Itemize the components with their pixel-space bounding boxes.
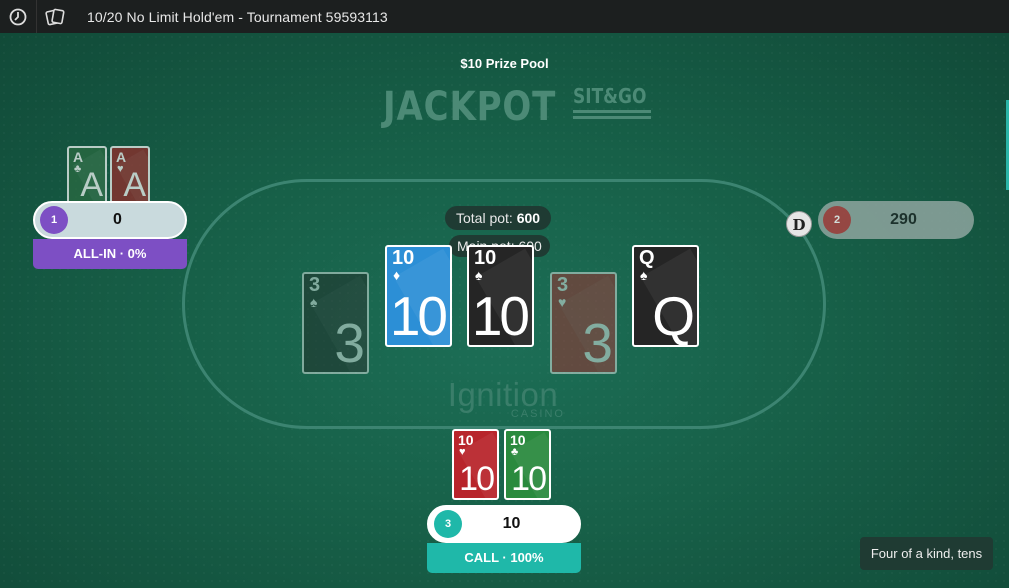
card-rank-large: 10 xyxy=(389,285,448,347)
card-suit: ♦ xyxy=(393,267,401,283)
card-suit: ♥ xyxy=(558,294,567,310)
player-1-action: ALL-IN · 0% xyxy=(33,239,187,269)
total-pot-value: 600 xyxy=(516,210,541,226)
card-suit: ♠ xyxy=(310,294,318,310)
prize-pool-label: $10 Prize Pool xyxy=(460,56,549,71)
player-2-seat-number: 2 xyxy=(823,206,851,234)
card-rank-large: A xyxy=(80,166,103,204)
card-rank: A xyxy=(73,149,84,165)
card-rank: 3 xyxy=(557,274,569,296)
card-suit: ♣ xyxy=(511,446,519,458)
casino-brand-logo: Ignition CASINO xyxy=(441,376,565,421)
jackpot-logo: JACKPOT SIT&GO xyxy=(383,85,659,129)
card-suit: ♥ xyxy=(117,163,124,175)
total-pot-pill: Total pot: 600 xyxy=(445,206,552,230)
player-3-seat-number: 3 xyxy=(434,510,462,538)
player-1-hole-card-2: A ♥ A xyxy=(110,146,150,206)
board-card-5: Q ♠ Q xyxy=(632,245,699,347)
jackpot-logo-text: JACKPOT xyxy=(383,84,557,130)
logo-lines xyxy=(572,107,651,119)
card-rank-large: 3 xyxy=(582,312,613,374)
player-3-seat[interactable]: 3 10 xyxy=(427,505,581,543)
player-1-hole-card-1: A ♣ A xyxy=(67,146,107,206)
player-1-stack: 0 xyxy=(113,211,122,228)
card-rank-large: 3 xyxy=(334,312,365,374)
card-rank: 10 xyxy=(458,432,474,448)
player-2-stack: 290 xyxy=(890,211,917,228)
total-pot-label: Total pot: xyxy=(456,210,513,226)
player-3-hole-card-2: 10 ♣ 10 xyxy=(504,429,551,500)
player-1-seat-number: 1 xyxy=(40,206,68,234)
card-rank-large: 10 xyxy=(471,285,530,347)
board-card-2: 10 ♦ 10 xyxy=(385,245,452,347)
card-rank: 10 xyxy=(474,247,497,269)
player-1-seat[interactable]: 1 0 xyxy=(33,201,187,239)
player-2-seat[interactable]: 2 290 xyxy=(818,201,974,239)
timer-icon[interactable] xyxy=(0,0,36,33)
cards-icon[interactable] xyxy=(37,0,73,33)
top-bar: 10/20 No Limit Hold'em - Tournament 5959… xyxy=(0,0,1009,33)
card-suit: ♥ xyxy=(459,446,466,458)
card-suit: ♠ xyxy=(640,267,648,283)
card-rank: 10 xyxy=(392,247,415,269)
player-3-hole-card-1: 10 ♥ 10 xyxy=(452,429,499,500)
card-rank: Q xyxy=(639,247,655,269)
board-card-4: 3 ♥ 3 xyxy=(550,272,617,374)
window-title: 10/20 No Limit Hold'em - Tournament 5959… xyxy=(87,8,388,25)
dealer-button: D xyxy=(786,211,812,237)
card-suit: ♣ xyxy=(74,163,82,175)
card-suit: ♠ xyxy=(475,267,483,283)
player-3-stack: 10 xyxy=(502,515,521,532)
card-rank-large: 10 xyxy=(459,460,495,498)
hand-strength-label: Four of a kind, tens xyxy=(860,537,993,570)
card-rank-large: 10 xyxy=(511,460,547,498)
sit-go-logo-text: SIT&GO xyxy=(572,84,647,108)
player-3-action: CALL · 100% xyxy=(427,543,581,573)
board-card-1: 3 ♠ 3 xyxy=(302,272,369,374)
card-rank: A xyxy=(116,149,127,165)
card-rank: 10 xyxy=(510,432,526,448)
brand-name: Ignition xyxy=(447,376,559,413)
card-rank: 3 xyxy=(309,274,321,296)
card-rank-large: A xyxy=(123,166,146,204)
card-rank-large: Q xyxy=(652,285,695,347)
board-card-3: 10 ♠ 10 xyxy=(467,245,534,347)
